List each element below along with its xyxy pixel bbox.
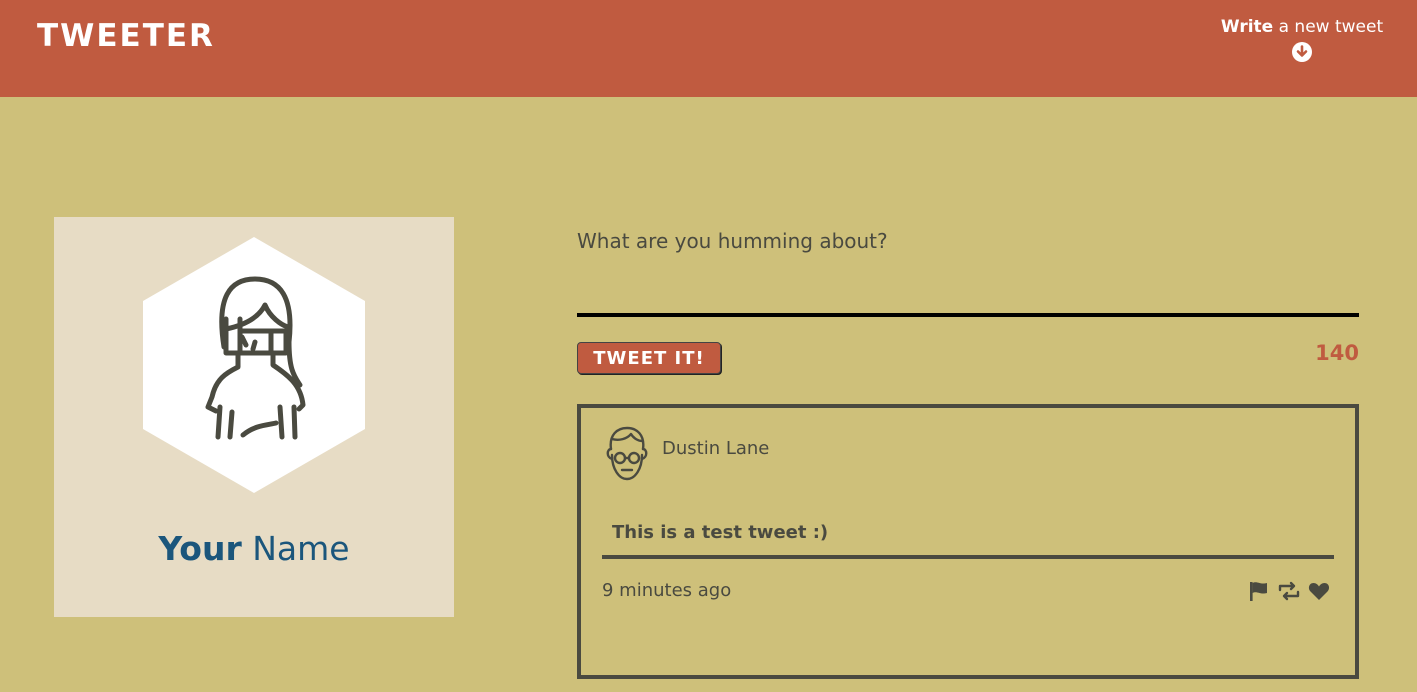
tweet-author-name: Dustin Lane bbox=[662, 438, 770, 459]
compose-toggle-text: a new tweet bbox=[1273, 17, 1384, 37]
man-glasses-avatar-icon bbox=[606, 426, 648, 481]
profile-card: Your Name bbox=[54, 217, 454, 617]
character-counter: 140 bbox=[1315, 341, 1359, 365]
top-nav-bar: TWEETER Write a new tweet bbox=[0, 0, 1417, 97]
tweet-text-input[interactable] bbox=[577, 217, 1359, 317]
write-new-tweet-toggle[interactable]: Write a new tweet bbox=[1217, 17, 1387, 62]
compose-toggle-bold: Write bbox=[1220, 17, 1274, 37]
app-logo: TWEETER bbox=[37, 18, 215, 54]
heart-icon[interactable] bbox=[1307, 579, 1331, 603]
retweet-icon[interactable] bbox=[1277, 579, 1301, 603]
tweet-composer: TWEET IT! 140 bbox=[577, 217, 1359, 374]
tweet-timestamp: 9 minutes ago bbox=[602, 580, 732, 601]
profile-last-name: Name bbox=[241, 529, 350, 568]
profile-name: Your Name bbox=[54, 529, 454, 568]
profile-first-name: Your bbox=[158, 529, 242, 568]
tweet-actions bbox=[1247, 579, 1331, 603]
arrow-circle-down-icon[interactable] bbox=[1292, 42, 1312, 62]
flag-icon[interactable] bbox=[1247, 579, 1271, 603]
woman-avatar-icon bbox=[143, 237, 365, 493]
tweet-body: This is a test tweet :) bbox=[602, 522, 1334, 559]
tweet-card: Dustin Lane This is a test tweet :) 9 mi… bbox=[577, 404, 1359, 679]
tweet-it-button[interactable]: TWEET IT! bbox=[577, 342, 721, 374]
